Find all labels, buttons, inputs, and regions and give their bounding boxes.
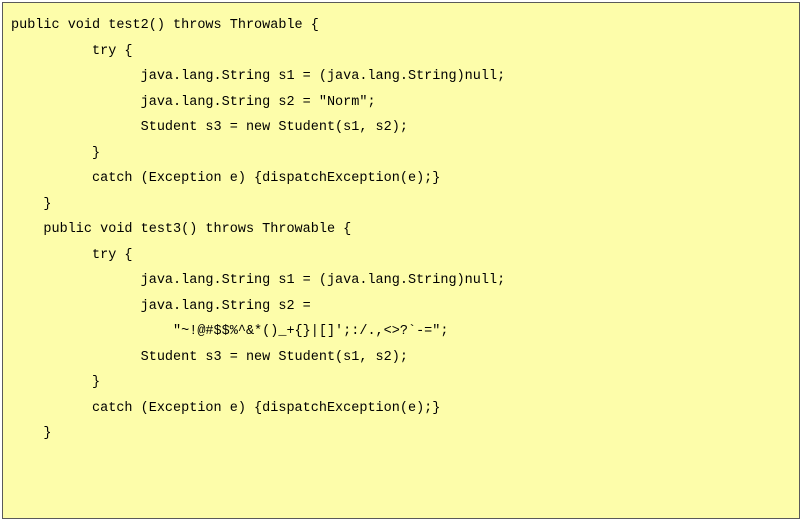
code-line: public void test2() throws Throwable {: [11, 13, 791, 39]
code-line: java.lang.String s2 =: [11, 294, 791, 320]
code-line: try {: [11, 243, 791, 269]
code-line: java.lang.String s1 = (java.lang.String)…: [11, 64, 791, 90]
code-line: }: [11, 421, 791, 447]
code-line: catch (Exception e) {dispatchException(e…: [11, 396, 791, 422]
code-line: catch (Exception e) {dispatchException(e…: [11, 166, 791, 192]
code-snippet-box: public void test2() throws Throwable { t…: [2, 2, 800, 519]
code-line: }: [11, 192, 791, 218]
code-line: try {: [11, 39, 791, 65]
code-line: public void test3() throws Throwable {: [11, 217, 791, 243]
code-line: java.lang.String s1 = (java.lang.String)…: [11, 268, 791, 294]
code-line: Student s3 = new Student(s1, s2);: [11, 345, 791, 371]
code-line: }: [11, 141, 791, 167]
code-line: }: [11, 370, 791, 396]
code-line: java.lang.String s2 = "Norm";: [11, 90, 791, 116]
code-line: "~!@#$$%^&*()_+{}|[]';:/.,<>?`-=";: [11, 319, 791, 345]
code-line: Student s3 = new Student(s1, s2);: [11, 115, 791, 141]
